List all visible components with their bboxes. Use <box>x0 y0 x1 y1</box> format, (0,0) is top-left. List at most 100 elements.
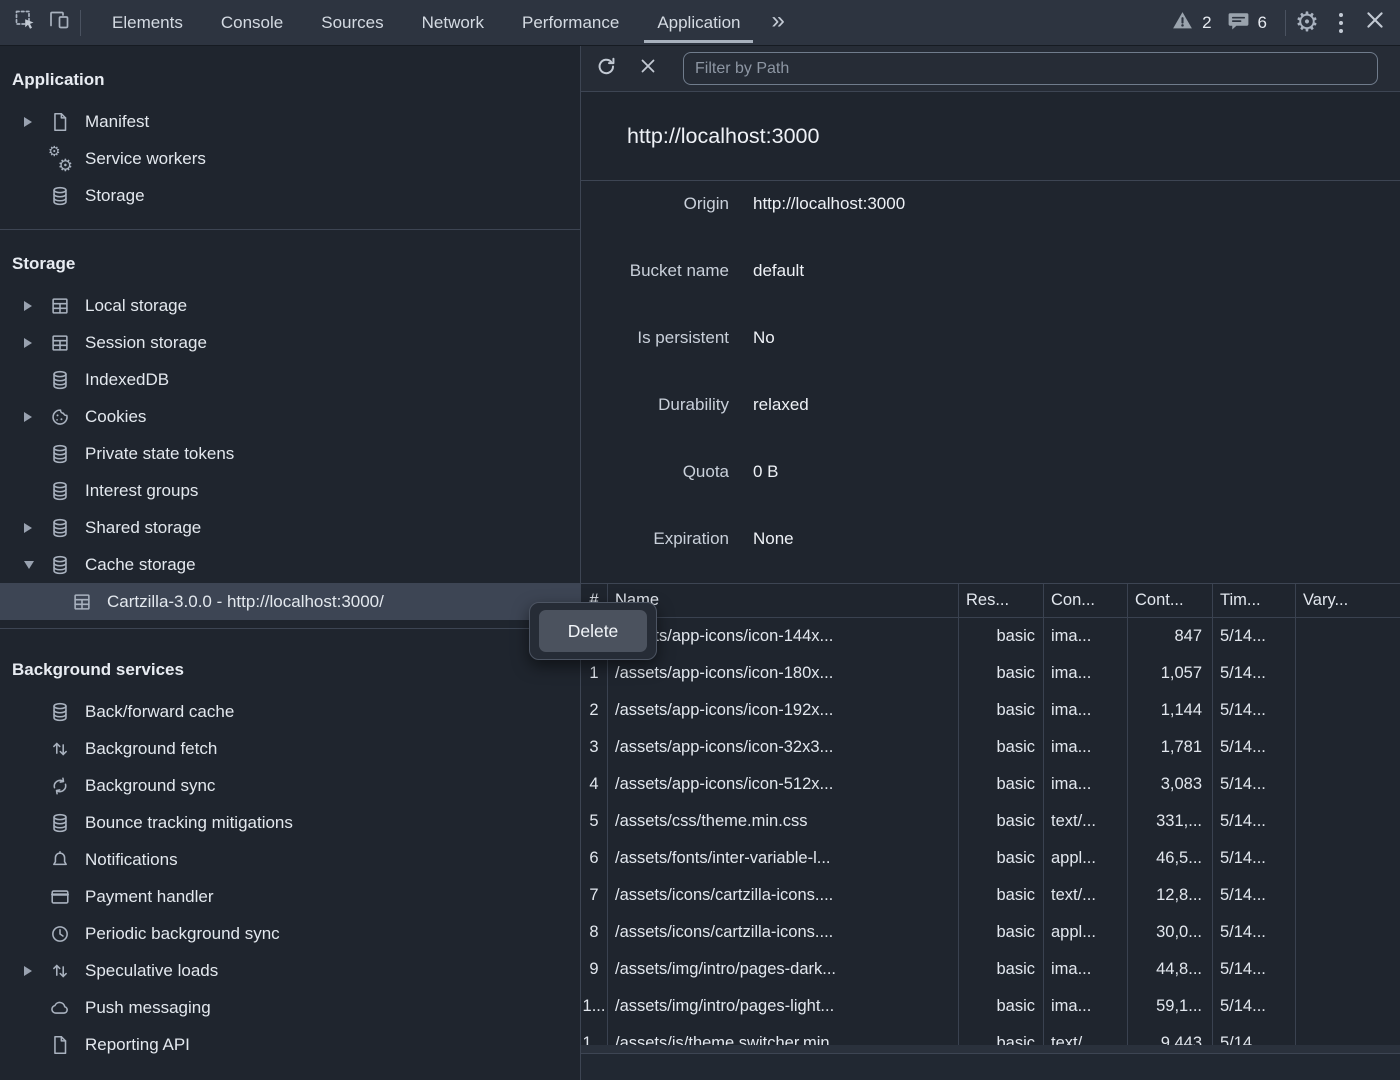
filter-by-path-input[interactable] <box>683 52 1378 85</box>
sidebar-item-cache-storage[interactable]: Cache storage <box>0 546 580 583</box>
sidebar-item-label: Storage <box>85 186 145 206</box>
table-row[interactable]: 1.../assets/img/intro/pages-light...basi… <box>581 988 1400 1025</box>
sidebar-item-label: Speculative loads <box>85 961 218 981</box>
sidebar-item-periodic-background-sync[interactable]: Periodic background sync <box>0 915 580 952</box>
sidebar-item-service-workers[interactable]: ⚙ ⚙ Service workers <box>0 140 580 177</box>
settings-button[interactable]: ⚙ <box>1290 6 1324 40</box>
column-header-response-type: Res... <box>958 591 1043 610</box>
sidebar-item-label: Shared storage <box>85 518 201 538</box>
refresh-icon <box>596 56 617 82</box>
field-row: Quota 0 B <box>581 438 1400 505</box>
database-icon <box>48 516 72 540</box>
sidebar-item-label: IndexedDB <box>85 370 169 390</box>
sidebar-item-label: Bounce tracking mitigations <box>85 813 293 833</box>
refresh-button[interactable] <box>589 52 623 86</box>
tab-performance[interactable]: Performance <box>503 0 638 45</box>
clear-button[interactable] <box>631 52 665 86</box>
table-row[interactable]: 7/assets/icons/cartzilla-icons....basict… <box>581 877 1400 914</box>
tab-elements[interactable]: Elements <box>93 0 202 45</box>
devtools-menu-button[interactable] <box>1324 6 1358 40</box>
clock-icon <box>48 922 72 946</box>
up-down-arrows-icon <box>48 959 72 983</box>
warnings-badge[interactable]: 2 <box>1170 8 1211 38</box>
sidebar-item-background-fetch[interactable]: Background fetch <box>0 730 580 767</box>
horizontal-scrollbar-track[interactable] <box>581 1045 1400 1054</box>
tab-console[interactable]: Console <box>202 0 302 45</box>
sidebar-item-cookies[interactable]: Cookies <box>0 398 580 435</box>
sidebar-item-indexeddb[interactable]: IndexedDB <box>0 361 580 398</box>
sidebar-item-local-storage[interactable]: Local storage <box>0 287 580 324</box>
bucket-metadata: Origin http://localhost:3000 Bucket name… <box>581 170 1400 572</box>
sidebar-item-payment-handler[interactable]: Payment handler <box>0 878 580 915</box>
field-value: None <box>753 529 794 549</box>
section-header-background-services: Background services <box>0 629 580 693</box>
context-menu-item-delete[interactable]: Delete <box>539 610 647 652</box>
field-row: Bucket name default <box>581 237 1400 304</box>
sidebar-item-bounce-tracking-mitigations[interactable]: Bounce tracking mitigations <box>0 804 580 841</box>
table-row[interactable]: 1.../assets/js/theme.switcher.min...basi… <box>581 1025 1400 1046</box>
table-row[interactable]: 5/assets/css/theme.min.cssbasictext/...3… <box>581 803 1400 840</box>
table-row[interactable]: 2/assets/app-icons/icon-192x...basicima.… <box>581 692 1400 729</box>
sidebar-item-interest-groups[interactable]: Interest groups <box>0 472 580 509</box>
expand-arrow-icon[interactable] <box>24 966 32 976</box>
sidebar-item-private-state-tokens[interactable]: Private state tokens <box>0 435 580 472</box>
sidebar-item-manifest[interactable]: Manifest <box>0 103 580 140</box>
messages-badge[interactable]: 6 <box>1226 8 1267 38</box>
expand-arrow-icon[interactable] <box>24 301 32 311</box>
more-tabs-button[interactable]: » <box>759 0 796 47</box>
table-icon <box>48 331 72 355</box>
tab-network[interactable]: Network <box>403 0 503 45</box>
field-value: default <box>753 261 804 281</box>
sidebar-item-background-sync[interactable]: Background sync <box>0 767 580 804</box>
field-row: Is persistent No <box>581 304 1400 371</box>
preview-pane <box>581 1054 1400 1080</box>
expand-arrow-icon[interactable] <box>24 412 32 422</box>
field-label: Durability <box>581 395 729 415</box>
column-header-vary: Vary... <box>1295 591 1400 610</box>
warning-icon <box>1170 8 1195 38</box>
sidebar-item-shared-storage[interactable]: Shared storage <box>0 509 580 546</box>
table-row[interactable]: 1/assets/app-icons/icon-180x...basicima.… <box>581 655 1400 692</box>
collapse-arrow-icon[interactable] <box>24 561 34 569</box>
table-row[interactable]: 8/assets/icons/cartzilla-icons....basica… <box>581 914 1400 951</box>
table-row[interactable]: 9/assets/img/intro/pages-dark...basicima… <box>581 951 1400 988</box>
database-icon <box>48 368 72 392</box>
table-row[interactable]: 3/assets/app-icons/icon-32x3...basicima.… <box>581 729 1400 766</box>
sidebar-item-cache-cartzilla[interactable]: Cartzilla-3.0.0 - http://localhost:3000/ <box>0 583 580 620</box>
sidebar-item-notifications[interactable]: Notifications <box>0 841 580 878</box>
toolbar-divider <box>1285 10 1286 36</box>
table-icon <box>48 294 72 318</box>
inspect-element-button[interactable] <box>8 6 42 40</box>
close-icon <box>1364 9 1386 36</box>
field-label: Origin <box>581 194 729 214</box>
sidebar-item-session-storage[interactable]: Session storage <box>0 324 580 361</box>
device-toolbar-button[interactable] <box>42 6 76 40</box>
database-icon <box>48 184 72 208</box>
expand-arrow-icon[interactable] <box>24 523 32 533</box>
sidebar-item-push-messaging[interactable]: Push messaging <box>0 989 580 1026</box>
tab-application[interactable]: Application <box>638 0 759 45</box>
sidebar-item-storage[interactable]: Storage <box>0 177 580 214</box>
tab-sources[interactable]: Sources <box>302 0 402 45</box>
database-icon <box>48 811 72 835</box>
table-row[interactable]: 6/assets/fonts/inter-variable-l...basica… <box>581 840 1400 877</box>
expand-arrow-icon[interactable] <box>24 338 32 348</box>
sidebar-item-label: Cartzilla-3.0.0 - http://localhost:3000/ <box>107 592 384 612</box>
expand-arrow-icon[interactable] <box>24 117 32 127</box>
field-label: Expiration <box>581 529 729 549</box>
sidebar-item-reporting-api[interactable]: Reporting API <box>0 1026 580 1063</box>
table-row[interactable]: 0/assets/app-icons/icon-144x...basicima.… <box>581 618 1400 655</box>
message-bubble-icon <box>1226 8 1251 38</box>
sidebar-item-speculative-loads[interactable]: Speculative loads <box>0 952 580 989</box>
table-header-row[interactable]: # Name Res... Con... Cont... Tim... Vary… <box>581 584 1400 618</box>
table-row[interactable]: 4/assets/app-icons/icon-512x...basicima.… <box>581 766 1400 803</box>
close-devtools-button[interactable] <box>1358 6 1392 40</box>
inspect-cursor-icon <box>13 8 37 37</box>
column-header-time-cached: Tim... <box>1212 591 1295 610</box>
field-row: Origin http://localhost:3000 <box>581 170 1400 237</box>
database-icon <box>48 553 72 577</box>
sidebar-item-label: Push messaging <box>85 998 211 1018</box>
sidebar-item-back-forward-cache[interactable]: Back/forward cache <box>0 693 580 730</box>
gear-icon: ⚙ <box>1295 9 1319 36</box>
warning-count: 2 <box>1202 13 1211 33</box>
